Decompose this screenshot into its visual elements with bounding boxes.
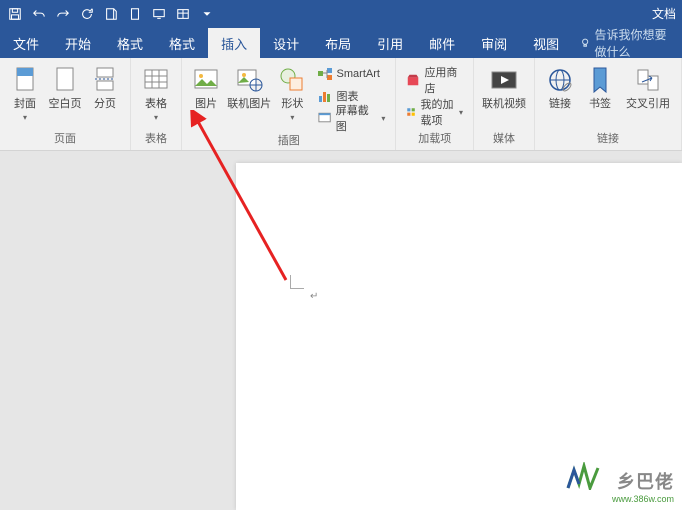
- group-addins: 应用商店 我的加载项▾ 加载项: [396, 58, 474, 150]
- table-grid-icon: [140, 64, 172, 96]
- picture-icon: [190, 64, 222, 96]
- group-links-label: 链接: [597, 128, 619, 148]
- document-page[interactable]: ↵: [236, 163, 682, 510]
- my-addins-button[interactable]: 我的加载项▾: [406, 102, 463, 122]
- bookmark-icon: [584, 64, 616, 96]
- group-illustrations: 图片 联机图片 形状▾ SmartArt 图表 屏幕截图▾ 插图: [182, 58, 396, 150]
- page-icon[interactable]: [124, 3, 146, 25]
- paragraph-mark: ↵: [310, 291, 318, 302]
- online-pictures-button[interactable]: 联机图片: [226, 62, 272, 113]
- pictures-button[interactable]: 图片: [188, 62, 224, 113]
- watermark-url: www.386w.com: [612, 494, 674, 504]
- group-illustrations-label: 插图: [278, 130, 300, 150]
- new-icon[interactable]: [100, 3, 122, 25]
- tab-design[interactable]: 设计: [260, 28, 312, 58]
- undo-icon[interactable]: [28, 3, 50, 25]
- store-button[interactable]: 应用商店: [406, 70, 463, 90]
- bookmark-button[interactable]: 书签: [581, 62, 619, 113]
- watermark-logo-icon: [566, 462, 602, 490]
- redo-icon[interactable]: [52, 3, 74, 25]
- hyperlink-button[interactable]: 链接: [541, 62, 579, 113]
- tell-me-label: 告诉我你想要做什么: [594, 26, 674, 60]
- tab-references[interactable]: 引用: [364, 28, 416, 58]
- customize-qat-icon[interactable]: [196, 3, 218, 25]
- shapes-button[interactable]: 形状▾: [274, 62, 310, 124]
- smartart-button[interactable]: SmartArt: [317, 64, 386, 84]
- ribbon-insert: 封面▾ 空白页 分页 页面 表格▾ 表格 图片: [0, 58, 682, 151]
- screenshot-button[interactable]: 屏幕截图▾: [317, 108, 386, 128]
- ribbon-tabs: 文件 开始 格式 格式 插入 设计 布局 引用 邮件 审阅 视图 告诉我你想要做…: [0, 28, 682, 58]
- blank-page-button[interactable]: 空白页: [46, 62, 84, 113]
- tab-mailings[interactable]: 邮件: [416, 28, 468, 58]
- group-pages: 封面▾ 空白页 分页 页面: [0, 58, 131, 150]
- shapes-icon: [276, 64, 308, 96]
- refresh-icon[interactable]: [76, 3, 98, 25]
- screen-icon[interactable]: [148, 3, 170, 25]
- save-icon[interactable]: [4, 3, 26, 25]
- cover-page-button[interactable]: 封面▾: [6, 62, 44, 124]
- page-break-button[interactable]: 分页: [86, 62, 124, 113]
- tab-format1[interactable]: 格式: [104, 28, 156, 58]
- group-tables: 表格▾ 表格: [131, 58, 182, 150]
- group-pages-label: 页面: [54, 128, 76, 148]
- tab-review[interactable]: 审阅: [468, 28, 520, 58]
- lightbulb-icon: [580, 36, 590, 50]
- group-addins-label: 加载项: [418, 128, 451, 148]
- online-video-button[interactable]: 联机视频: [480, 62, 528, 113]
- video-icon: [488, 64, 520, 96]
- watermark: 乡巴佬 www.386w.com: [612, 468, 674, 504]
- blank-page-icon: [49, 64, 81, 96]
- cross-reference-icon: [632, 64, 664, 96]
- table-icon[interactable]: [172, 3, 194, 25]
- tab-insert[interactable]: 插入: [208, 28, 260, 58]
- tab-layout[interactable]: 布局: [312, 28, 364, 58]
- document-name: 文档: [652, 5, 676, 22]
- table-button[interactable]: 表格▾: [137, 62, 175, 124]
- hyperlink-icon: [544, 64, 576, 96]
- group-media-label: 媒体: [493, 128, 515, 148]
- page-break-icon: [89, 64, 121, 96]
- watermark-text: 乡巴佬: [617, 468, 674, 494]
- group-links: 链接 书签 交叉引用 链接: [535, 58, 682, 150]
- margin-corner-icon: [290, 271, 308, 289]
- group-tables-label: 表格: [145, 128, 167, 148]
- tab-home[interactable]: 开始: [52, 28, 104, 58]
- tab-view[interactable]: 视图: [520, 28, 572, 58]
- cover-page-icon: [9, 64, 41, 96]
- tab-file[interactable]: 文件: [0, 28, 52, 58]
- cross-reference-button[interactable]: 交叉引用: [621, 62, 675, 113]
- online-picture-icon: [233, 64, 265, 96]
- tell-me-search[interactable]: 告诉我你想要做什么: [572, 28, 682, 58]
- group-media: 联机视频 媒体: [474, 58, 535, 150]
- tab-format2[interactable]: 格式: [156, 28, 208, 58]
- quick-access-toolbar: 文档: [0, 0, 682, 28]
- document-canvas[interactable]: ↵: [0, 151, 682, 510]
